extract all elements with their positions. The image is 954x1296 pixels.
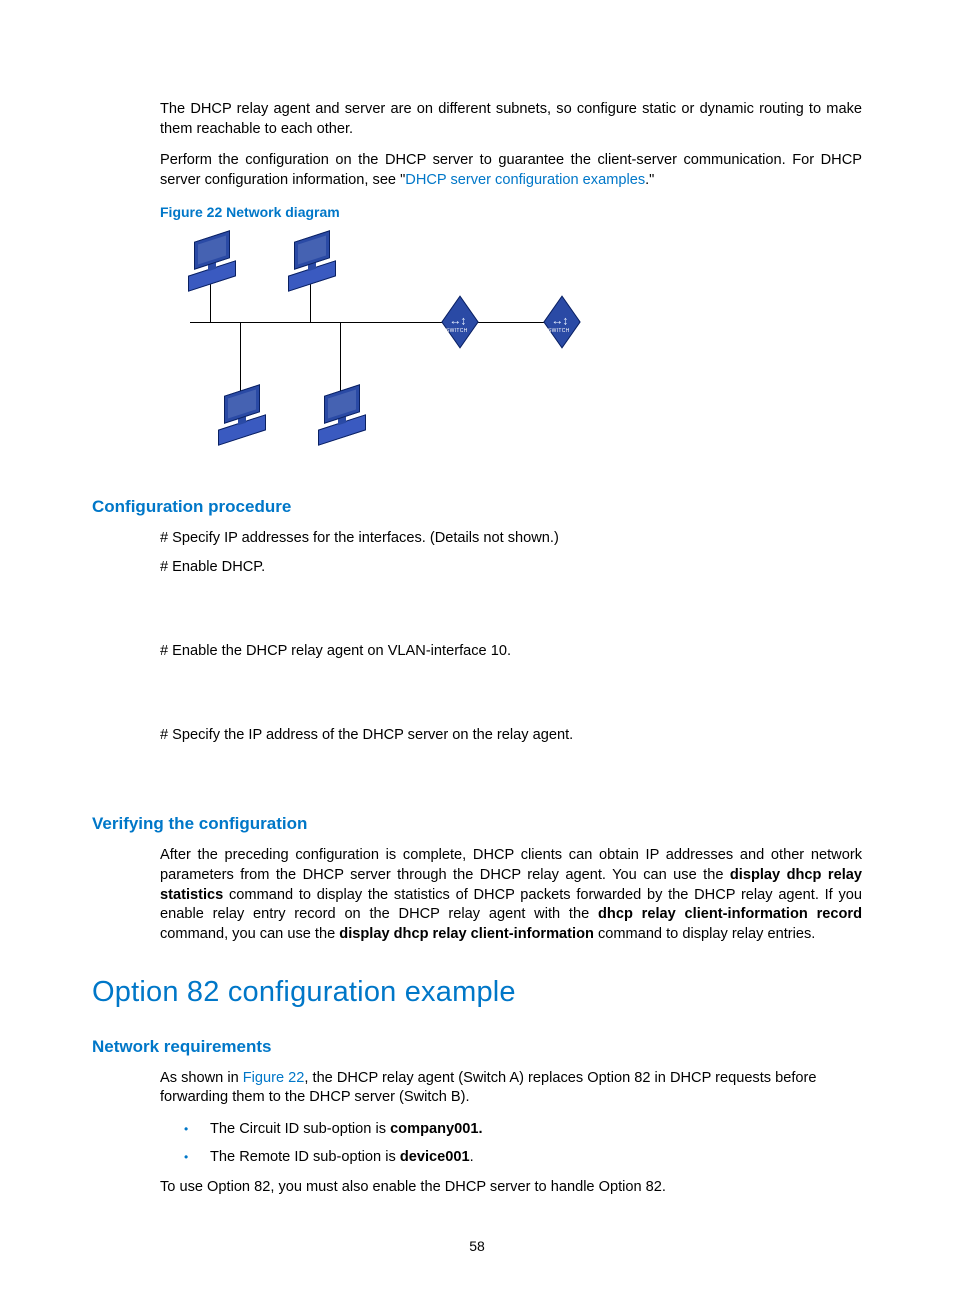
client-pc-icon xyxy=(286,236,338,284)
heading-network-requirements: Network requirements xyxy=(92,1036,862,1059)
diagram-line xyxy=(240,322,241,392)
diagram-line xyxy=(210,282,211,322)
dhcp-server-config-link[interactable]: DHCP server configuration examples xyxy=(405,172,645,188)
page-number: 58 xyxy=(0,1237,954,1256)
diagram-line xyxy=(190,322,360,323)
figure-22-link[interactable]: Figure 22 xyxy=(243,1070,305,1086)
bullet-text: . xyxy=(470,1149,474,1165)
step-text: # Specify IP addresses for the interface… xyxy=(160,529,862,549)
diagram-line xyxy=(310,282,311,322)
switch-b-icon: ↔↕SWITCH xyxy=(542,300,586,344)
figure-22-caption: Figure 22 Network diagram xyxy=(160,203,862,222)
verify-text: command, you can use the xyxy=(160,926,339,942)
client-pc-icon xyxy=(316,390,368,438)
verify-paragraph: After the preceding configuration is com… xyxy=(160,846,862,944)
value-company001: company001. xyxy=(390,1121,482,1137)
list-item: The Remote ID sub-option is device001. xyxy=(184,1148,862,1168)
netreq-paragraph-1: As shown in Figure 22, the DHCP relay ag… xyxy=(160,1069,862,1108)
step-text: # Enable DHCP. xyxy=(160,558,862,578)
netreq-text: As shown in xyxy=(160,1070,243,1086)
heading-option-82-example: Option 82 configuration example xyxy=(92,973,862,1012)
diagram-line xyxy=(340,322,341,392)
intro-paragraph-1: The DHCP relay agent and server are on d… xyxy=(160,100,862,139)
bullet-text: The Circuit ID sub-option is xyxy=(210,1121,390,1137)
netreq-paragraph-2: To use Option 82, you must also enable t… xyxy=(160,1178,862,1198)
cmd-display-dhcp-relay-client-info: display dhcp relay client-information xyxy=(339,926,594,942)
cmd-dhcp-relay-client-info-record: dhcp relay client-information record xyxy=(598,906,862,922)
figure-22-diagram: ↔↕SWITCH ↔↕SWITCH xyxy=(160,232,580,472)
client-pc-icon xyxy=(186,236,238,284)
heading-verifying-configuration: Verifying the configuration xyxy=(92,813,862,836)
step-text: # Specify the IP address of the DHCP ser… xyxy=(160,726,862,746)
intro-p2-text-b: ." xyxy=(645,172,654,188)
bullet-text: The Remote ID sub-option is xyxy=(210,1149,400,1165)
intro-paragraph-2: Perform the configuration on the DHCP se… xyxy=(160,151,862,190)
switch-a-icon: ↔↕SWITCH xyxy=(440,300,484,344)
verify-text: command to display relay entries. xyxy=(594,926,815,942)
heading-configuration-procedure: Configuration procedure xyxy=(92,496,862,519)
netreq-bullet-list: The Circuit ID sub-option is company001.… xyxy=(184,1120,862,1167)
page-container: The DHCP relay agent and server are on d… xyxy=(0,0,954,1296)
list-item: The Circuit ID sub-option is company001. xyxy=(184,1120,862,1140)
step-text: # Enable the DHCP relay agent on VLAN-in… xyxy=(160,642,862,662)
configuration-steps: # Specify IP addresses for the interface… xyxy=(160,529,862,790)
value-device001: device001 xyxy=(400,1149,470,1165)
client-pc-icon xyxy=(216,390,268,438)
